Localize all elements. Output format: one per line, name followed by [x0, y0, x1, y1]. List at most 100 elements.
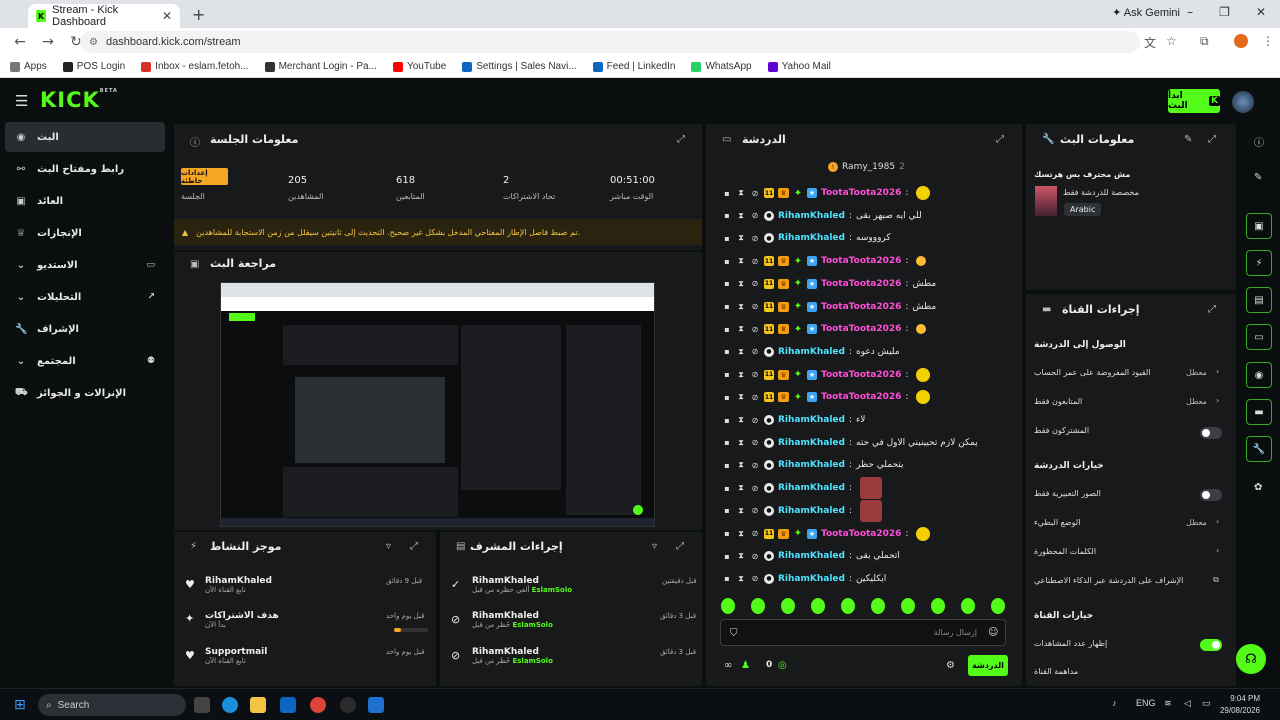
- rail-video-button[interactable]: ▣: [1246, 213, 1272, 239]
- chat-message[interactable]: ▪ ⧗ ⊘ 11 ♛ ✦ ★ TootaToota2026: مطش: [722, 274, 936, 294]
- timeout-icon[interactable]: ⧗: [736, 233, 746, 243]
- chat-message[interactable]: ▪ ⧗ ⊘ ● RihamKhaled: للي ايه صبهر بقى: [722, 206, 922, 226]
- ban-icon[interactable]: ⊘: [750, 324, 760, 334]
- app-icon[interactable]: [368, 697, 384, 713]
- pin-message-icon[interactable]: ▪: [722, 529, 732, 539]
- expand-icon[interactable]: ⤢: [996, 134, 1004, 145]
- new-tab-button[interactable]: +: [192, 5, 205, 24]
- chevron-right-icon[interactable]: ›: [1216, 517, 1219, 526]
- shield-icon[interactable]: ⛉: [730, 628, 738, 639]
- edit-icon[interactable]: ✎: [1254, 172, 1262, 183]
- infinity-icon[interactable]: ∞: [724, 660, 732, 671]
- chat-message[interactable]: ▪ ⧗ ⊘ 11 ♛ ✦ ★ TootaToota2026:: [722, 524, 931, 544]
- bookmark-star-icon[interactable]: ☆: [1166, 34, 1177, 48]
- pin-message-icon[interactable]: ▪: [722, 211, 732, 221]
- filter-icon[interactable]: ▿: [652, 541, 657, 552]
- timeout-icon[interactable]: ⧗: [736, 483, 746, 493]
- ai-moderation-setting[interactable]: الإشراف على الدردشة عبر الذكاء الاصطناعي: [1034, 576, 1229, 585]
- chevron-right-icon[interactable]: ›: [1216, 367, 1219, 376]
- maximize-icon[interactable]: ❐: [1219, 5, 1230, 19]
- expand-icon[interactable]: ⤢: [410, 541, 418, 552]
- extensions-icon[interactable]: ⧉: [1200, 34, 1209, 49]
- sidebar-item-stream[interactable]: ◉ البث: [5, 122, 165, 152]
- raid-channel-setting[interactable]: مداهمة القناة: [1034, 667, 1229, 676]
- chrome-icon[interactable]: [310, 697, 326, 713]
- chat-message[interactable]: ▪ ⧗ ⊘ ● RihamKhaled: ايكليكين: [722, 569, 886, 589]
- rail-wrench-button[interactable]: 🔧: [1246, 436, 1272, 462]
- expand-icon[interactable]: ⤢: [1208, 134, 1216, 145]
- chat-message[interactable]: ▪ ⧗ ⊘ ● RihamKhaled:: [722, 477, 883, 500]
- url-field[interactable]: ⚙ dashboard.kick.com/stream: [80, 31, 1140, 53]
- timeout-icon[interactable]: ⧗: [736, 529, 746, 539]
- emotes-only-toggle[interactable]: [1200, 489, 1222, 501]
- battery-icon[interactable]: ▭: [1202, 698, 1211, 709]
- emote-shortcut[interactable]: [901, 598, 915, 614]
- browser-profile-avatar[interactable]: [1234, 34, 1248, 48]
- timeout-icon[interactable]: ⧗: [736, 302, 746, 312]
- timeout-icon[interactable]: ⧗: [736, 347, 746, 357]
- file-explorer-icon[interactable]: [250, 697, 266, 713]
- settings-error-badge[interactable]: إعدادات خاطئة: [181, 168, 228, 185]
- emote-shortcut[interactable]: [811, 598, 825, 614]
- bookmark-item[interactable]: YouTube: [392, 61, 446, 72]
- ban-icon[interactable]: ⊘: [750, 302, 760, 312]
- chat-message[interactable]: ▪ ⧗ ⊘ ● RihamKhaled:: [722, 499, 883, 522]
- windows-start-icon[interactable]: ⊞: [14, 697, 26, 713]
- edge-icon[interactable]: [222, 697, 238, 713]
- emote-shortcut[interactable]: [721, 598, 735, 614]
- bookmark-item[interactable]: WhatsApp: [691, 61, 752, 72]
- chat-message[interactable]: ▪ ⧗ ⊘ ● RihamKhaled: كروووسه: [722, 228, 891, 248]
- chat-message[interactable]: ▪ ⧗ ⊘ ● RihamKhaled: لاء: [722, 410, 865, 430]
- taskbar-clock[interactable]: 9:04 PM 29/08/2026: [1220, 693, 1260, 717]
- rail-document-button[interactable]: ▤: [1246, 287, 1272, 313]
- chat-message[interactable]: ▪ ⧗ ⊘ 11 ♛ ✦ ★ TootaToota2026:: [722, 251, 927, 271]
- ban-icon[interactable]: ⊘: [750, 574, 760, 584]
- chevron-right-icon[interactable]: ›: [1216, 396, 1219, 405]
- rail-calendar-button[interactable]: ▬: [1246, 399, 1272, 425]
- ban-icon[interactable]: ⊘: [750, 460, 760, 470]
- pin-message-icon[interactable]: ▪: [722, 415, 732, 425]
- chat-message[interactable]: ▪ ⧗ ⊘ ● RihamKhaled: مليش دعوه: [722, 342, 900, 362]
- browser-menu-icon[interactable]: ⋮: [1262, 34, 1274, 48]
- bookmark-item[interactable]: Settings | Sales Navi...: [462, 61, 577, 72]
- ban-icon[interactable]: ⊘: [750, 392, 760, 402]
- pin-message-icon[interactable]: ▪: [722, 256, 732, 266]
- chat-message[interactable]: ▪ ⧗ ⊘ 11 ♛ ✦ ★ TootaToota2026:: [722, 387, 931, 407]
- browser-tab[interactable]: K Stream - Kick Dashboard ✕: [28, 4, 180, 28]
- volume-icon[interactable]: ◁: [1184, 698, 1191, 709]
- pin-message-icon[interactable]: ▪: [722, 324, 732, 334]
- chat-username[interactable]: TootaToota2026: [821, 324, 901, 334]
- ban-icon[interactable]: ⊘: [750, 188, 760, 198]
- chat-username[interactable]: TootaToota2026: [821, 370, 901, 380]
- ban-icon[interactable]: ⊘: [750, 506, 760, 516]
- chat-username[interactable]: RihamKhaled: [778, 483, 845, 493]
- chat-username[interactable]: TootaToota2026: [821, 302, 901, 312]
- sidebar-item-achievements[interactable]: ♕ الإنجازات: [5, 218, 165, 248]
- expand-icon[interactable]: ⤢: [676, 541, 684, 552]
- chat-message[interactable]: ▪ ⧗ ⊘ ● RihamKhaled: يمكن لازم تحيينيني الاول…: [722, 433, 978, 453]
- ban-icon[interactable]: ⊘: [750, 551, 760, 561]
- sidebar-item-community[interactable]: ⌄ المجتمع ⚉: [5, 346, 165, 376]
- chat-username[interactable]: TootaToota2026: [821, 256, 901, 266]
- ban-icon[interactable]: ⊘: [750, 529, 760, 539]
- pin-message-icon[interactable]: ▪: [722, 347, 732, 357]
- ban-icon[interactable]: ⊘: [750, 347, 760, 357]
- bookmark-item[interactable]: Inbox - eslam.fetoh...: [141, 61, 249, 72]
- stream-preview-video[interactable]: [220, 282, 655, 527]
- chat-message[interactable]: ▪ ⧗ ⊘ 11 ♛ ✦ ★ TootaToota2026: مطش: [722, 297, 936, 317]
- site-info-icon[interactable]: ⚙: [89, 37, 98, 48]
- ban-icon[interactable]: ⊘: [750, 438, 760, 448]
- back-icon[interactable]: ←: [12, 34, 28, 50]
- obs-icon[interactable]: [340, 697, 356, 713]
- chat-username[interactable]: RihamKhaled: [778, 551, 845, 561]
- ban-icon[interactable]: ⊘: [750, 370, 760, 380]
- emote-shortcut[interactable]: [931, 598, 945, 614]
- rail-lightning-button[interactable]: ⚡: [1246, 250, 1272, 276]
- emote-shortcut[interactable]: [991, 598, 1005, 614]
- timeout-icon[interactable]: ⧗: [736, 279, 746, 289]
- wifi-icon[interactable]: ≋: [1164, 698, 1172, 709]
- sidebar-item-studio[interactable]: ⌄ الاستديو ▭: [5, 250, 165, 280]
- ban-icon[interactable]: ⊘: [750, 279, 760, 289]
- mic-icon[interactable]: ♪: [1112, 698, 1117, 708]
- ban-icon[interactable]: ⊘: [750, 211, 760, 221]
